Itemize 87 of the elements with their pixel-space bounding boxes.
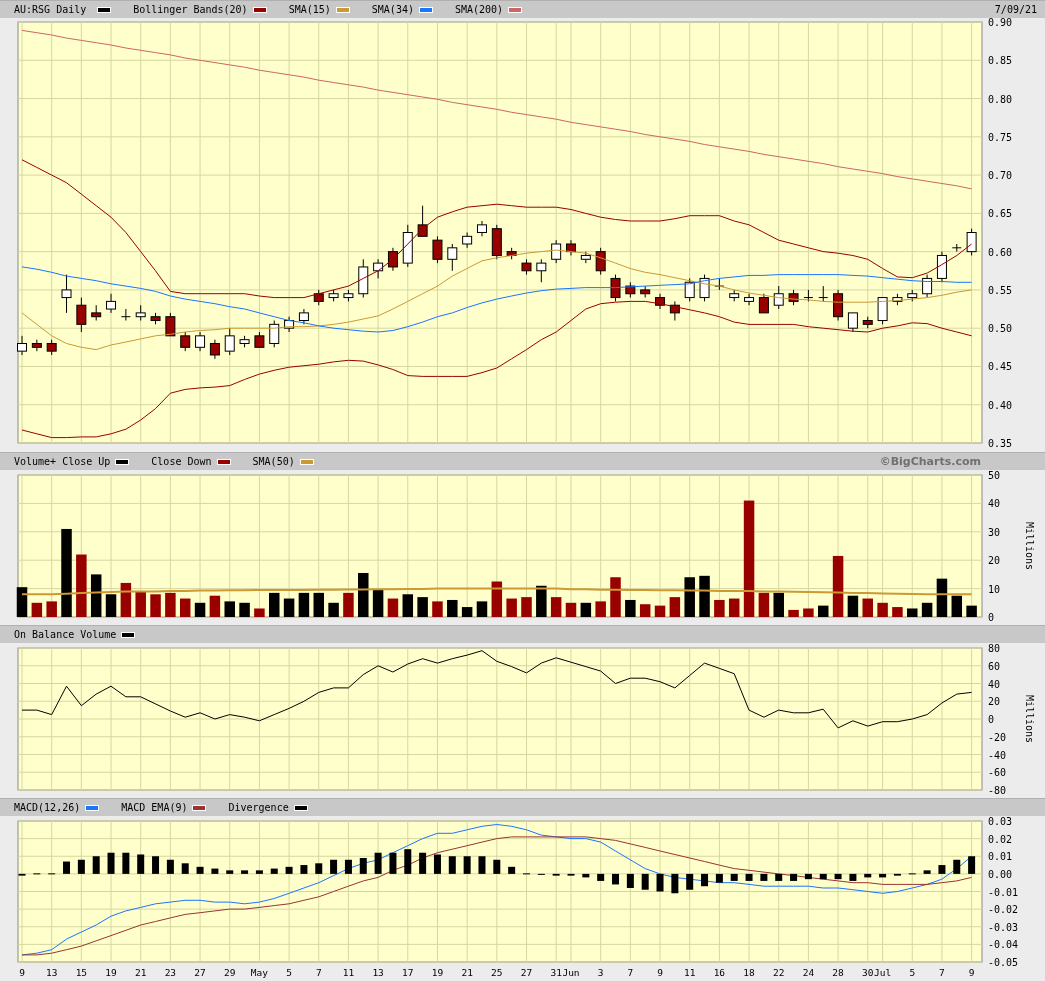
axis-label: 5: [909, 967, 916, 978]
axis-label: -80: [988, 785, 1007, 796]
axis-title: Millions: [1024, 694, 1035, 744]
axis-label: Jul: [874, 967, 892, 978]
axis-label: -60: [988, 767, 1007, 779]
chart-title: AU:RSG Daily: [14, 4, 87, 15]
axis-label: 0.60: [988, 246, 1013, 258]
axis-label: 0.75: [988, 131, 1013, 143]
axis-label: 3: [597, 967, 604, 978]
axis-label: 7: [939, 967, 945, 978]
axis-label: 40: [988, 678, 1001, 690]
chart-title: Volume+: [14, 456, 57, 467]
legend-label: Bollinger Bands(20): [133, 4, 248, 15]
legend-label: SMA(200): [454, 4, 504, 15]
axis-label: 50: [988, 470, 1001, 481]
axis-label: -20: [988, 731, 1007, 743]
axis-label: 27: [194, 967, 206, 978]
axis-label: 0.55: [988, 284, 1013, 296]
axis-label: 0.00: [988, 868, 1013, 880]
axis-title: Millions: [1024, 521, 1035, 571]
axis-label: 29: [224, 967, 236, 978]
axis-label: 20: [988, 555, 1001, 567]
axis-label: 80: [988, 643, 1001, 654]
chart-date: 7/09/21: [994, 4, 1037, 15]
axis-label: 17: [402, 967, 414, 978]
axis-label: 10: [988, 583, 1001, 595]
legend-label: SMA(15): [288, 4, 331, 15]
axis-label: 0.85: [988, 55, 1013, 67]
legend-label: SMA(34): [371, 4, 414, 15]
axis-label: 25: [491, 967, 503, 978]
axis-label: 0.70: [988, 170, 1013, 182]
axis-label: 0.01: [988, 851, 1013, 863]
axis-label: -0.02: [988, 904, 1019, 916]
axis-label: 24: [802, 967, 815, 978]
axis-label: 0.35: [988, 438, 1013, 449]
legend-label: Close Up: [62, 456, 111, 467]
copyright-label: ©BigCharts.com: [879, 455, 981, 468]
axis-label: 0.03: [988, 816, 1013, 827]
legend-label: On Balance Volume: [14, 629, 117, 640]
axis-label: -0.05: [988, 957, 1019, 968]
axis-label: 0: [988, 612, 995, 623]
axis-label: May: [250, 967, 268, 978]
legend-label: Close Down: [151, 456, 212, 467]
axis-label: 0.40: [988, 399, 1013, 411]
axis-label: 20: [988, 696, 1001, 708]
axis-label: 27: [520, 967, 533, 978]
axis-label: 16: [713, 967, 726, 978]
legend-label: MACD(12,26): [14, 802, 81, 813]
axis-label: 11: [683, 967, 696, 978]
legend-label: SMA(50): [252, 456, 295, 467]
legend-label: MACD EMA(9): [121, 802, 188, 813]
axis-label: -0.01: [988, 886, 1019, 898]
axis-label: 30: [988, 526, 1001, 538]
axis-label: 19: [431, 967, 444, 978]
axis-label: 9: [968, 967, 975, 978]
axis-label: 30: [862, 967, 874, 978]
axis-label: -0.04: [988, 939, 1019, 951]
axis-label: 11: [342, 967, 355, 978]
axis-label: -0.03: [988, 921, 1019, 933]
axis-label: 0: [988, 714, 995, 725]
axis-label: 23: [164, 967, 177, 978]
axis-label: 0.90: [988, 18, 1013, 28]
axis-label: 15: [75, 967, 88, 978]
axis-label: 19: [105, 967, 117, 978]
axis-label: 9: [19, 967, 25, 978]
axis-label: 13: [45, 967, 58, 978]
axis-label: 28: [832, 967, 844, 978]
axis-label: 60: [988, 660, 1001, 672]
axis-label: 7: [627, 967, 634, 978]
axis-label: Jun: [562, 967, 580, 978]
axis-label: 18: [743, 967, 755, 978]
axis-label: 22: [773, 967, 785, 978]
axis-label: 5: [286, 967, 292, 978]
axis-label: 13: [372, 967, 384, 978]
axis-label: 0.65: [988, 208, 1013, 220]
axis-label: 21: [461, 967, 473, 978]
legend-label: Divergence: [228, 802, 289, 813]
axis-label: 0.02: [988, 833, 1013, 845]
axis-label: 31: [550, 967, 562, 978]
axis-label: 0.45: [988, 361, 1013, 373]
axis-label: 7: [315, 967, 322, 978]
axis-label: 0.80: [988, 93, 1013, 105]
axis-label: 40: [988, 498, 1001, 510]
axis-label: 0.50: [988, 323, 1013, 335]
axis-label: 21: [135, 967, 147, 978]
axis-label: 9: [657, 967, 663, 978]
axis-label: -40: [988, 749, 1007, 761]
